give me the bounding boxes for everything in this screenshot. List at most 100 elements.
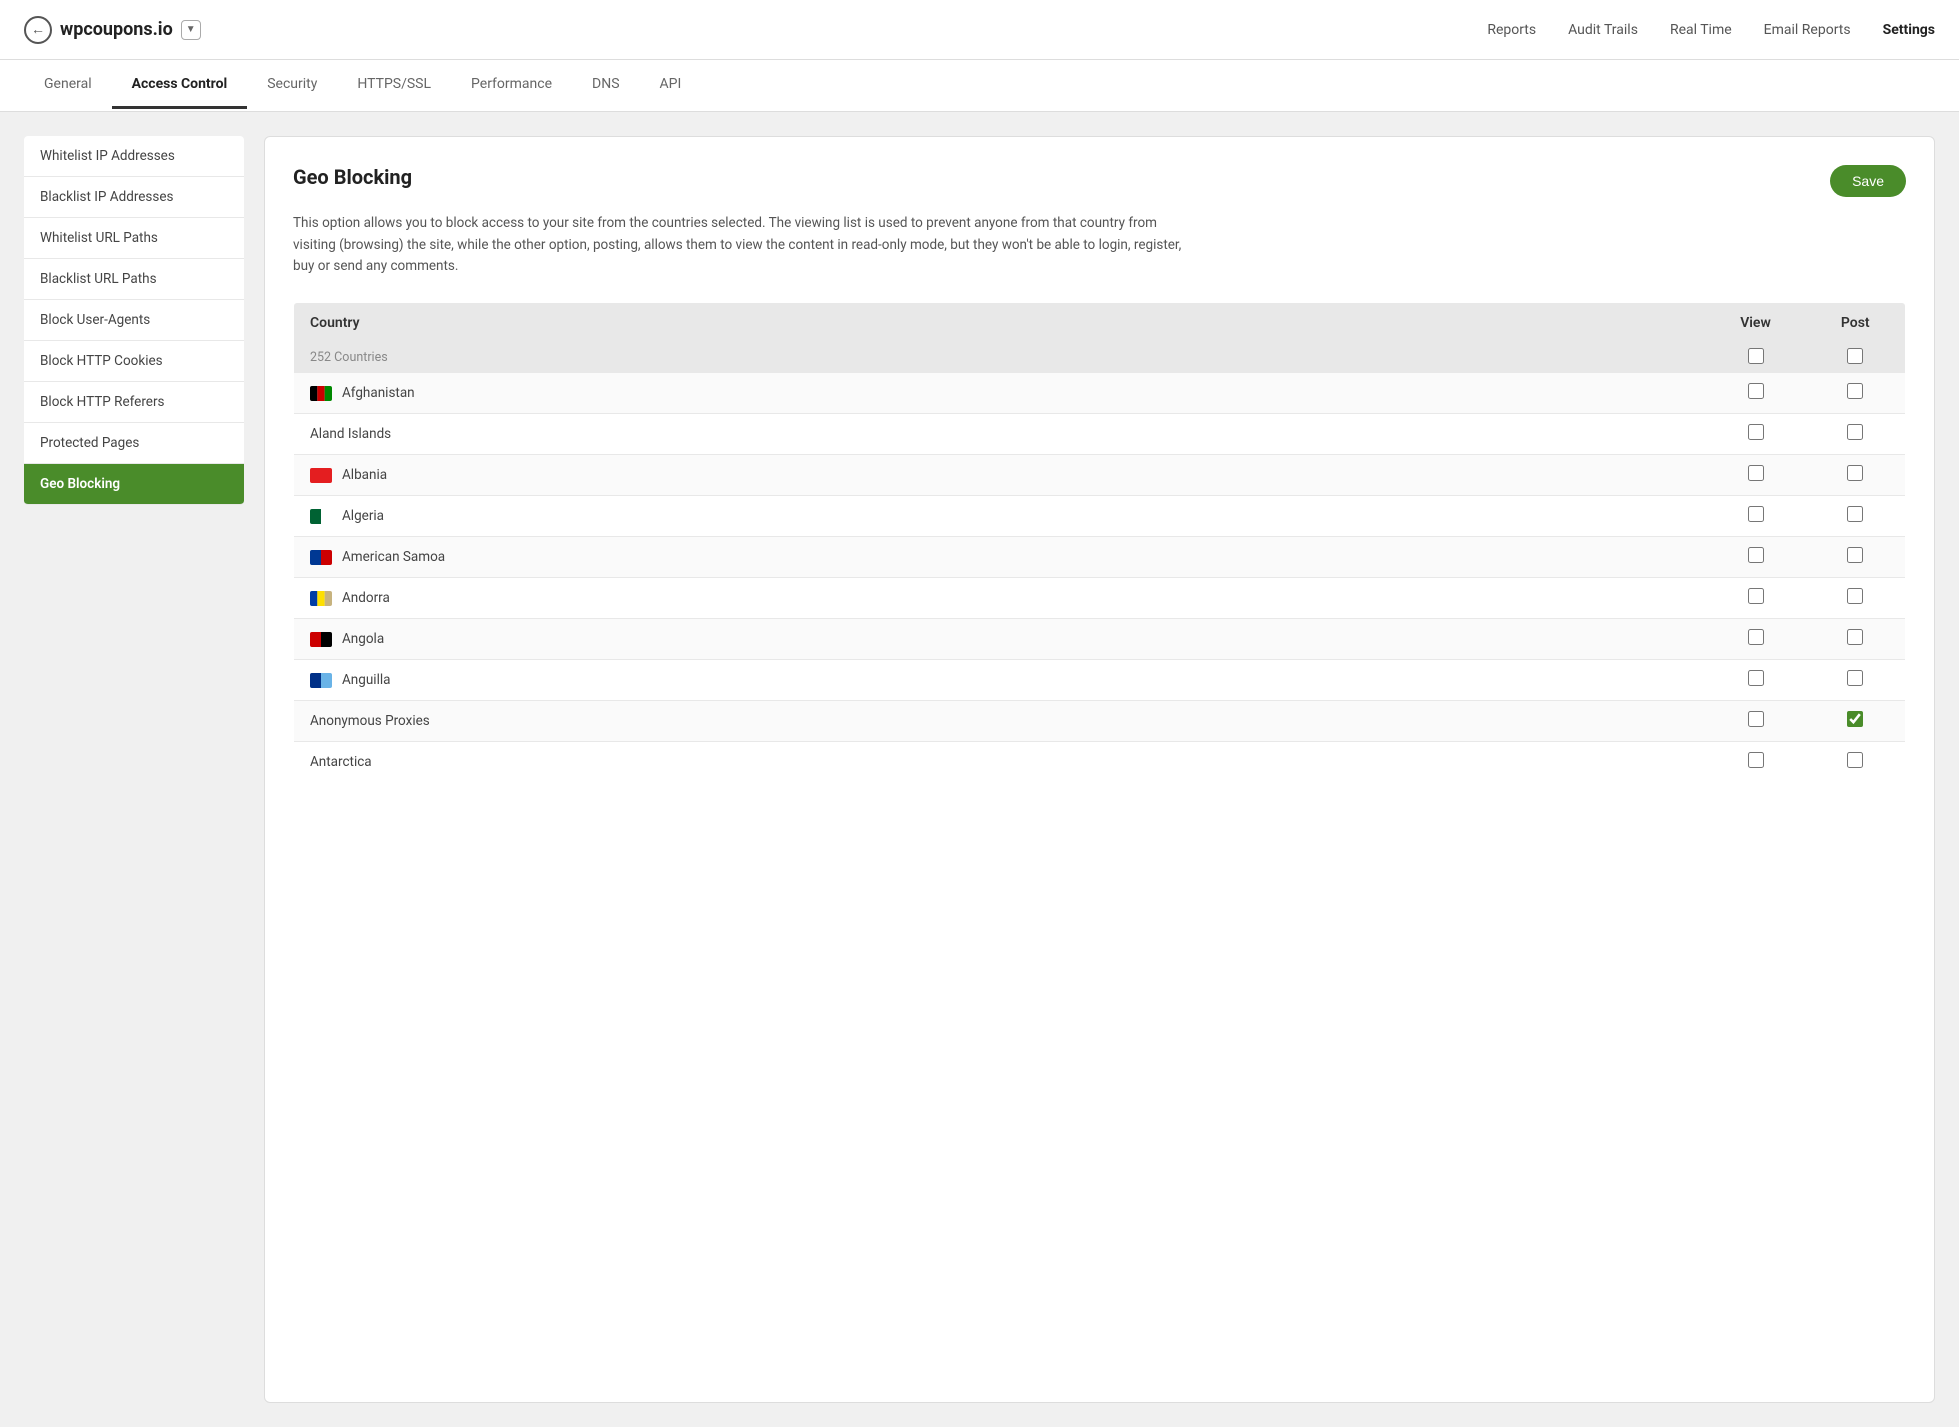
post-checkbox-cell-algeria[interactable]: [1806, 495, 1906, 536]
country-name-anonymous-proxies: Anonymous Proxies: [310, 713, 430, 729]
post-checkbox-cell-afghanistan[interactable]: [1806, 372, 1906, 413]
post-checkbox-cell-andorra[interactable]: [1806, 577, 1906, 618]
sidebar-item-block-http-referers[interactable]: Block HTTP Referers: [24, 382, 244, 423]
post-checkbox-andorra[interactable]: [1847, 588, 1863, 604]
post-checkbox-cell-anonymous-proxies[interactable]: [1806, 700, 1906, 741]
country-cell-albania: Albania: [294, 454, 1706, 495]
post-checkbox-american-samoa[interactable]: [1847, 547, 1863, 563]
country-name-antarctica: Antarctica: [310, 754, 372, 770]
flag-icon-angola: [310, 631, 332, 647]
country-cell-antarctica: Antarctica: [294, 741, 1706, 782]
brand-dropdown[interactable]: ▼: [181, 20, 201, 40]
tab-api[interactable]: API: [640, 62, 702, 109]
flag-icon-algeria: [310, 508, 332, 524]
post-checkbox-cell-albania[interactable]: [1806, 454, 1906, 495]
country-name-aland-islands: Aland Islands: [310, 426, 391, 442]
table-header-row: Country View Post: [294, 302, 1906, 343]
view-checkbox-antarctica[interactable]: [1748, 752, 1764, 768]
table-row: Afghanistan: [294, 372, 1906, 413]
tab-access-control[interactable]: Access Control: [112, 62, 248, 109]
view-checkbox-cell-afghanistan[interactable]: [1706, 372, 1806, 413]
post-checkbox-cell-aland-islands[interactable]: [1806, 413, 1906, 454]
save-button[interactable]: Save: [1830, 165, 1906, 197]
country-table-body: Afghanistan Aland Islands Albania Algeria Am…: [294, 372, 1906, 782]
flag-icon-american-samoa: [310, 549, 332, 565]
country-name-albania: Albania: [342, 467, 387, 483]
view-checkbox-anonymous-proxies[interactable]: [1748, 711, 1764, 727]
sidebar-item-block-http-cookies[interactable]: Block HTTP Cookies: [24, 341, 244, 382]
top-nav: ← wpcoupons.io ▼ Reports Audit Trails Real…: [0, 0, 1959, 60]
view-checkbox-albania[interactable]: [1748, 465, 1764, 481]
tab-general[interactable]: General: [24, 62, 112, 109]
top-nav-link-real-time[interactable]: Real Time: [1670, 22, 1732, 38]
sidebar-item-whitelist-ip[interactable]: Whitelist IP Addresses: [24, 136, 244, 177]
post-checkbox-angola[interactable]: [1847, 629, 1863, 645]
sidebar-item-blacklist-url[interactable]: Blacklist URL Paths: [24, 259, 244, 300]
post-all-checkbox-cell[interactable]: [1806, 343, 1906, 372]
country-name-american-samoa: American Samoa: [342, 549, 445, 565]
view-checkbox-anguilla[interactable]: [1748, 670, 1764, 686]
post-checkbox-cell-antarctica[interactable]: [1806, 741, 1906, 782]
view-checkbox-cell-andorra[interactable]: [1706, 577, 1806, 618]
post-checkbox-algeria[interactable]: [1847, 506, 1863, 522]
tab-security[interactable]: Security: [247, 62, 337, 109]
top-nav-link-settings[interactable]: Settings: [1883, 22, 1935, 38]
top-nav-link-email-reports[interactable]: Email Reports: [1764, 22, 1851, 38]
back-button[interactable]: ←: [24, 16, 52, 44]
col-view: View: [1706, 302, 1806, 343]
tab-dns[interactable]: DNS: [572, 62, 640, 109]
sidebar-item-block-user-agents[interactable]: Block User-Agents: [24, 300, 244, 341]
view-checkbox-cell-albania[interactable]: [1706, 454, 1806, 495]
table-row: American Samoa: [294, 536, 1906, 577]
view-checkbox-angola[interactable]: [1748, 629, 1764, 645]
sidebar-item-protected-pages[interactable]: Protected Pages: [24, 423, 244, 464]
tab-performance[interactable]: Performance: [451, 62, 572, 109]
table-row: Anonymous Proxies: [294, 700, 1906, 741]
sidebar-item-geo-blocking[interactable]: Geo Blocking: [24, 464, 244, 505]
post-checkbox-cell-anguilla[interactable]: [1806, 659, 1906, 700]
country-cell-aland-islands: Aland Islands: [294, 413, 1706, 454]
table-row: Antarctica: [294, 741, 1906, 782]
view-checkbox-cell-american-samoa[interactable]: [1706, 536, 1806, 577]
view-checkbox-cell-angola[interactable]: [1706, 618, 1806, 659]
view-checkbox-cell-anguilla[interactable]: [1706, 659, 1806, 700]
sidebar-item-blacklist-ip[interactable]: Blacklist IP Addresses: [24, 177, 244, 218]
post-checkbox-aland-islands[interactable]: [1847, 424, 1863, 440]
flag-icon-anguilla: [310, 672, 332, 688]
post-checkbox-cell-american-samoa[interactable]: [1806, 536, 1906, 577]
view-all-checkbox[interactable]: [1748, 348, 1764, 364]
post-all-checkbox[interactable]: [1847, 348, 1863, 364]
country-cell-afghanistan: Afghanistan: [294, 372, 1706, 413]
table-row: Aland Islands: [294, 413, 1906, 454]
view-checkbox-cell-anonymous-proxies[interactable]: [1706, 700, 1806, 741]
view-checkbox-cell-antarctica[interactable]: [1706, 741, 1806, 782]
top-nav-link-audit-trails[interactable]: Audit Trails: [1568, 22, 1638, 38]
sidebar: Whitelist IP AddressesBlacklist IP Addre…: [24, 136, 244, 1403]
col-country: Country: [294, 302, 1706, 343]
view-checkbox-andorra[interactable]: [1748, 588, 1764, 604]
view-all-checkbox-cell[interactable]: [1706, 343, 1806, 372]
sidebar-item-whitelist-url[interactable]: Whitelist URL Paths: [24, 218, 244, 259]
view-checkbox-algeria[interactable]: [1748, 506, 1764, 522]
post-checkbox-albania[interactable]: [1847, 465, 1863, 481]
top-nav-link-reports[interactable]: Reports: [1487, 22, 1536, 38]
post-checkbox-cell-angola[interactable]: [1806, 618, 1906, 659]
post-checkbox-antarctica[interactable]: [1847, 752, 1863, 768]
post-checkbox-anonymous-proxies[interactable]: [1847, 711, 1863, 727]
post-checkbox-anguilla[interactable]: [1847, 670, 1863, 686]
tab-https-ssl[interactable]: HTTPS/SSL: [337, 62, 451, 109]
content-panel: Geo Blocking Save This option allows you…: [264, 136, 1935, 1403]
post-checkbox-afghanistan[interactable]: [1847, 383, 1863, 399]
col-post: Post: [1806, 302, 1906, 343]
view-checkbox-cell-aland-islands[interactable]: [1706, 413, 1806, 454]
brand: ← wpcoupons.io ▼: [24, 16, 201, 44]
panel-title: Geo Blocking: [293, 165, 412, 189]
table-row: Algeria: [294, 495, 1906, 536]
view-checkbox-aland-islands[interactable]: [1748, 424, 1764, 440]
flag-icon-andorra: [310, 590, 332, 606]
table-row: Anguilla: [294, 659, 1906, 700]
flag-icon-afghanistan: [310, 385, 332, 401]
view-checkbox-afghanistan[interactable]: [1748, 383, 1764, 399]
view-checkbox-cell-algeria[interactable]: [1706, 495, 1806, 536]
view-checkbox-american-samoa[interactable]: [1748, 547, 1764, 563]
